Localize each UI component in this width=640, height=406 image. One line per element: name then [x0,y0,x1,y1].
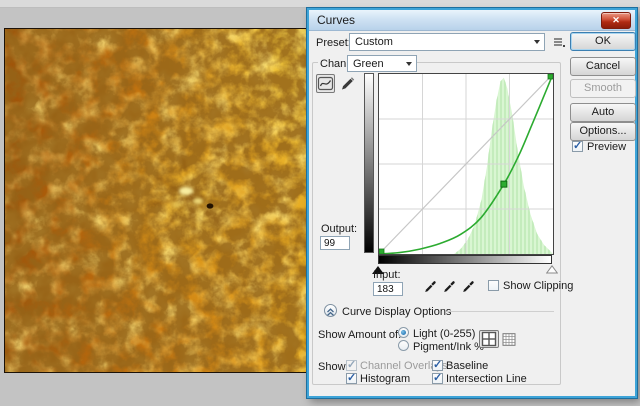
output-gradient-bar [364,73,374,253]
workspace-top-strip [0,0,640,8]
output-field[interactable]: 99 [320,236,350,250]
check-icon: ✓ [573,139,582,152]
double-chevron-up-icon [325,307,336,318]
preset-value: Custom [355,36,393,48]
preset-label: Preset: [316,37,351,49]
solar-surface-render [5,29,306,372]
preset-menu-button[interactable] [550,35,567,50]
preset-dropdown[interactable]: Custom [349,33,545,51]
preview-label: Preview [587,141,626,153]
check-icon: ✓ [433,371,442,384]
cancel-button[interactable]: Cancel [570,57,636,76]
check-icon: ✓ [347,358,356,371]
white-point-slider[interactable] [546,265,558,274]
tone-curve-chart [379,74,553,254]
gray-point-eyedropper-icon[interactable] [442,278,456,294]
collapse-options-button[interactable] [324,304,337,317]
intersection-line-label: Intersection Line [446,373,527,385]
show-label: Show: [318,361,349,373]
simple-grid-button[interactable] [479,330,499,348]
quarter-grid-icon [480,331,498,347]
show-clipping-label: Show Clipping [503,280,573,292]
curves-dialog: Curves ✕ Preset: Custom OK Cancel Smooth… [307,8,637,398]
dialog-titlebar[interactable]: Curves ✕ [309,10,635,31]
show-clipping-checkbox[interactable]: ✓ [488,280,499,291]
header-divider [447,311,554,312]
pencil-icon [339,75,355,92]
preset-menu-icon [551,36,566,49]
histogram-checkbox[interactable]: ✓ [346,373,357,384]
radio-dot-icon [401,330,406,335]
white-point-eyedropper-icon[interactable] [461,278,475,294]
input-gradient-bar [378,255,552,264]
sunspot [207,203,214,208]
output-label: Output: [321,223,357,235]
photoshop-canvas: Curves ✕ Preset: Custom OK Cancel Smooth… [0,0,640,406]
channel-value: Green [353,58,384,70]
curve-grid[interactable] [378,73,554,255]
baseline-checkbox[interactable]: ✓ [432,360,443,371]
edit-points-tool-button[interactable] [316,74,335,93]
fine-grid-icon [502,333,516,346]
black-point-eyedropper-icon[interactable] [423,278,437,294]
histogram-label: Histogram [360,373,410,385]
check-icon: ✓ [433,358,442,371]
pigment-radio-label: Pigment/Ink % [413,341,484,353]
show-amount-label: Show Amount of: [318,329,401,341]
curve-point-icon [317,75,334,92]
document-image-solar-surface [4,28,307,373]
chevron-down-icon [534,40,540,44]
input-label: Input: [373,269,401,281]
pigment-radio[interactable] [398,340,409,351]
light-radio[interactable] [398,327,409,338]
input-field[interactable]: 183 [373,282,403,296]
close-button[interactable]: ✕ [601,12,631,29]
preview-checkbox[interactable]: ✓ [572,141,583,152]
curve-display-options-header: Curve Display Options [342,306,451,318]
auto-button[interactable]: Auto [570,103,636,122]
draw-curve-tool-button[interactable] [338,74,356,93]
channel-dropdown[interactable]: Green [347,55,417,72]
channel-overlays-checkbox: ✓ [346,360,357,371]
dialog-title: Curves [317,13,355,27]
ok-button[interactable]: OK [570,32,636,51]
close-icon: ✕ [612,15,620,25]
light-radio-label: Light (0-255) [413,328,475,340]
check-icon: ✓ [347,371,356,384]
smooth-button: Smooth [570,79,636,98]
chevron-down-icon [406,62,412,66]
baseline-label: Baseline [446,360,488,372]
intersection-line-checkbox[interactable]: ✓ [432,373,443,384]
detailed-grid-button[interactable] [501,332,517,347]
